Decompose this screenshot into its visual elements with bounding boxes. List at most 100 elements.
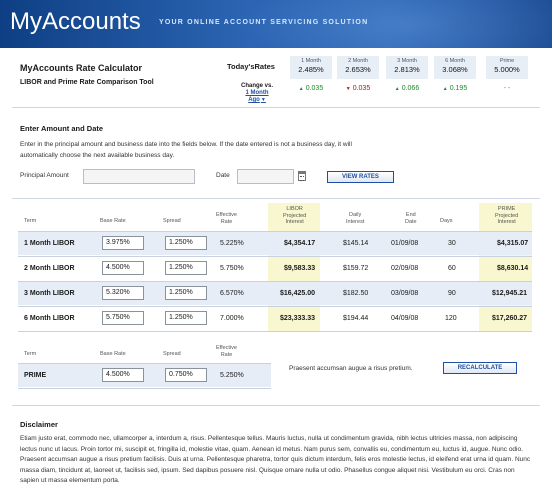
prime-term: PRIME <box>24 372 47 379</box>
table-row: 3 Month LIBOR 5.320% 1.250% 6.570% $16,4… <box>18 282 532 305</box>
col-effective-rate: Effective Rate <box>216 212 237 225</box>
divider <box>18 388 271 389</box>
principal-input[interactable] <box>83 169 195 184</box>
spread-input[interactable]: 1.250% <box>165 311 207 325</box>
arrow-up-icon: ▲ <box>394 86 400 92</box>
base-rate-input[interactable]: 5.320% <box>102 286 144 300</box>
days: 60 <box>448 265 456 272</box>
rate-change: 0.035 <box>352 85 371 92</box>
effective-rate: 6.570% <box>220 290 244 297</box>
rate-column-6month: 6 Month 3.068% ▲ 0.195 <box>434 56 476 100</box>
enter-section-heading: Enter Amount and Date <box>20 124 104 133</box>
prime-row: PRIME 4.500% 0.750% 5.250% <box>18 364 271 387</box>
change-label: Change vs. <box>240 83 273 89</box>
rate-column-3month: 3 Month 2.813% ▲ 0.066 <box>386 56 428 100</box>
todays-rates-label: Today'sRates <box>227 62 275 71</box>
prime-col-base-rate: Base Rate <box>100 351 126 357</box>
row-term: 1 Month LIBOR <box>24 240 75 247</box>
daily-interest: $145.14 <box>343 240 369 247</box>
brand-logo[interactable]: MyAccounts <box>10 8 141 36</box>
change-selector: Change vs. 1 Month Ago▼ <box>236 83 278 104</box>
prime-interest: $8,630.14 <box>497 265 529 272</box>
end-date: 02/09/08 <box>391 265 419 272</box>
col-libor-interest: LIBOR Projected Interest <box>283 206 307 225</box>
rate-column-2month: 2 Month 2.653% ▼ 0.035 <box>337 56 379 100</box>
spread-input[interactable]: 1.250% <box>165 236 207 250</box>
divider <box>12 198 540 199</box>
base-rate-input[interactable]: 4.500% <box>102 261 144 275</box>
rate-term: 1 Month <box>301 58 321 64</box>
rate-value: 5.000% <box>494 65 520 74</box>
enter-instructions: Enter in the principal amount and busine… <box>20 141 352 159</box>
daily-interest: $159.72 <box>343 265 369 272</box>
principal-label: Principal Amount <box>20 172 69 179</box>
arrow-up-icon: ▲ <box>442 86 448 92</box>
prime-col-term: Term <box>24 351 37 357</box>
tagline: YOUR ONLINE ACCOUNT SERVICING SOLUTION <box>159 19 369 26</box>
effective-rate: 5.750% <box>220 265 244 272</box>
rate-value: 3.068% <box>442 65 468 74</box>
arrow-up-icon: ▲ <box>298 86 304 92</box>
end-date: 03/09/08 <box>391 290 419 297</box>
header-banner: MyAccounts YOUR ONLINE ACCOUNT SERVICING… <box>0 0 552 48</box>
col-prime-interest: PRIME Projected Interest <box>495 206 519 225</box>
libor-interest: $16,425.00 <box>280 290 316 297</box>
rate-value: 2.813% <box>394 65 420 74</box>
rate-term: 2 Month <box>348 58 368 64</box>
prime-interest: $17,260.27 <box>492 315 528 322</box>
rate-column-prime: Prime 5.000% - - <box>486 56 528 100</box>
end-date: 01/09/08 <box>391 240 419 247</box>
disclaimer-text: Etiam justo erat, commodo nec, ullamcorp… <box>20 435 531 484</box>
effective-rate: 7.000% <box>220 315 244 322</box>
prime-interest: $4,315.07 <box>497 240 529 247</box>
change-period-dropdown[interactable]: 1 Month Ago▼ <box>236 90 278 104</box>
rate-change: 0.066 <box>401 85 420 92</box>
rate-term: 3 Month <box>397 58 417 64</box>
rate-change: 0.035 <box>305 85 324 92</box>
disclaimer-heading: Disclaimer <box>20 420 58 429</box>
days: 90 <box>448 290 456 297</box>
rate-value: 2.485% <box>298 65 324 74</box>
col-term: Term <box>24 218 37 224</box>
page-title: MyAccounts Rate Calculator <box>20 63 143 73</box>
row-term: 3 Month LIBOR <box>24 290 75 297</box>
recalculate-button[interactable]: RECALCULATE <box>443 362 517 374</box>
effective-rate: 5.225% <box>220 240 244 247</box>
col-daily-interest: Daily Interest <box>346 212 365 225</box>
prime-spread-input[interactable]: 0.750% <box>165 368 207 382</box>
libor-interest: $23,333.33 <box>280 315 316 322</box>
prime-col-spread: Spread <box>163 351 181 357</box>
base-rate-input[interactable]: 3.975% <box>102 236 144 250</box>
divider <box>12 405 540 406</box>
date-input[interactable] <box>237 169 294 184</box>
daily-interest: $182.50 <box>343 290 369 297</box>
divider <box>18 331 532 332</box>
row-term: 2 Month LIBOR <box>24 265 75 272</box>
prime-effective-rate: 5.250% <box>220 372 244 379</box>
arrow-down-icon: ▼ <box>345 86 351 92</box>
libor-interest: $4,354.17 <box>284 240 316 247</box>
spread-input[interactable]: 1.250% <box>165 286 207 300</box>
spread-input[interactable]: 1.250% <box>165 261 207 275</box>
days: 120 <box>445 315 457 322</box>
prime-base-rate-input[interactable]: 4.500% <box>102 368 144 382</box>
rate-column-1month: 1 Month 2.485% ▲ 0.035 <box>290 56 332 100</box>
calendar-icon[interactable] <box>298 171 306 181</box>
recalculate-note: Praesent accumsan augue a risus pretium. <box>289 365 413 372</box>
col-base-rate: Base Rate <box>100 218 126 224</box>
rate-change: 0.195 <box>449 85 468 92</box>
row-term: 6 Month LIBOR <box>24 315 75 322</box>
col-spread: Spread <box>163 218 181 224</box>
chevron-down-icon[interactable]: ▼ <box>261 97 266 103</box>
date-label: Date <box>216 172 230 179</box>
col-end-date: End Date <box>405 212 417 225</box>
table-row: 6 Month LIBOR 5.750% 1.250% 7.000% $23,3… <box>18 307 532 330</box>
rate-change: - - <box>503 85 511 92</box>
base-rate-input[interactable]: 5.750% <box>102 311 144 325</box>
days: 30 <box>448 240 456 247</box>
view-rates-button[interactable]: VIEW RATES <box>327 171 394 183</box>
libor-interest: $9,583.33 <box>284 265 316 272</box>
table-row: 1 Month LIBOR 3.975% 1.250% 5.225% $4,35… <box>18 232 532 255</box>
daily-interest: $194.44 <box>343 315 369 322</box>
rate-term: Prime <box>499 58 515 64</box>
